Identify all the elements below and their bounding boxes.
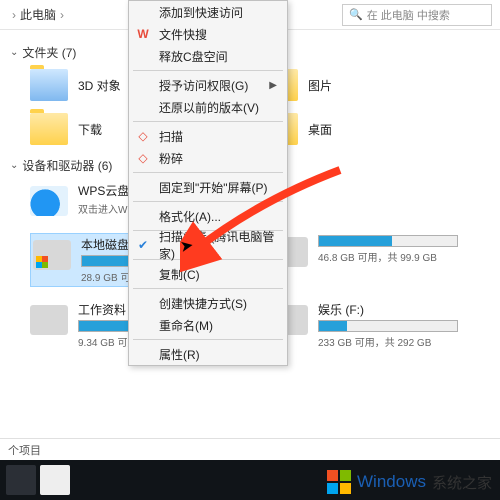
menu-separator	[133, 201, 283, 202]
menu-item-label: 复制(C)	[159, 266, 200, 283]
menu-separator	[133, 288, 283, 289]
status-bar: 个项目	[0, 438, 500, 460]
menu-item-label: 扫描病毒 (腾讯电脑管家)	[159, 228, 277, 262]
menu-item-icon: ✔	[135, 237, 151, 253]
folder-label: 下载	[78, 121, 102, 138]
menu-item-icon: ◇	[135, 128, 151, 144]
menu-item-label: 释放C盘空间	[159, 48, 228, 65]
menu-item-icon: ◇	[135, 150, 151, 166]
drive-title: 娱乐 (F:)	[318, 301, 480, 318]
menu-item[interactable]: 固定到"开始"屏幕(P)	[129, 176, 287, 198]
menu-item[interactable]: 属性(R)	[129, 343, 287, 365]
chevron-right-icon: ›	[12, 8, 16, 22]
menu-item[interactable]: W 文件快搜	[129, 23, 287, 45]
drive-icon	[30, 305, 68, 335]
folder-item[interactable]: 图片	[260, 69, 460, 101]
menu-item-label: 固定到"开始"屏幕(P)	[159, 179, 268, 196]
status-text: 个项目	[8, 445, 41, 457]
drive-icon	[33, 240, 71, 270]
folder-icon	[30, 69, 68, 101]
taskbar: Windows 系统之家	[0, 460, 500, 500]
section-label: 文件夹 (7)	[22, 44, 76, 61]
menu-item-label: 粉碎	[159, 150, 183, 167]
section-label: 设备和驱动器 (6)	[22, 157, 112, 174]
menu-item-label: 扫描	[159, 128, 183, 145]
drive-free-text: 233 GB 可用，共 292 GB	[318, 334, 480, 349]
menu-item[interactable]: ✔扫描病毒 (腾讯电脑管家)	[129, 234, 287, 256]
watermark: Windows 系统之家	[327, 470, 492, 494]
cloud-icon	[30, 186, 68, 216]
breadcrumb[interactable]: › 此电脑 ›	[8, 6, 68, 23]
drive-free-text: 46.8 GB 可用，共 99.9 GB	[318, 249, 480, 264]
watermark-brand: Windows	[357, 472, 426, 492]
menu-item-label: 授予访问权限(G)	[159, 77, 248, 94]
chevron-right-icon: ›	[60, 8, 64, 22]
menu-item-label: 重命名(M)	[159, 317, 213, 334]
menu-item-label: 还原以前的版本(V)	[159, 99, 259, 116]
menu-item[interactable]: ◇ 扫描	[129, 125, 287, 147]
context-menu: 添加到快速访问 W 文件快搜释放C盘空间授予访问权限(G) ▶ 还原以前的版本(V) ◇ 扫…	[128, 0, 288, 366]
menu-item-label: 格式化(A)...	[159, 208, 221, 225]
caret-down-icon: ⌄	[10, 160, 18, 171]
folder-label: 图片	[308, 77, 332, 94]
search-placeholder: 在 此电脑 中搜索	[367, 7, 450, 23]
menu-separator	[133, 339, 283, 340]
menu-item[interactable]: 授予访问权限(G) ▶	[129, 74, 287, 96]
menu-item[interactable]: 重命名(M)	[129, 314, 287, 336]
windows-logo-icon	[327, 470, 351, 494]
drive-item[interactable]: 娱乐 (F:) 233 GB 可用，共 292 GB	[270, 301, 480, 349]
watermark-site: 系统之家	[432, 472, 492, 493]
caret-down-icon: ⌄	[10, 47, 18, 58]
menu-item[interactable]: 复制(C)	[129, 263, 287, 285]
folder-icon	[30, 113, 68, 145]
menu-separator	[133, 172, 283, 173]
menu-item-icon: W	[135, 26, 151, 42]
drive-item[interactable]: 46.8 GB 可用，共 99.9 GB	[270, 233, 480, 287]
menu-item-label: 文件快搜	[159, 26, 207, 43]
folder-label: 3D 对象	[78, 77, 121, 94]
menu-item[interactable]: 创建快捷方式(S)	[129, 292, 287, 314]
menu-item[interactable]: 释放C盘空间	[129, 45, 287, 67]
folder-item[interactable]: 桌面	[260, 113, 460, 145]
search-icon: 🔍	[349, 8, 363, 21]
menu-item-label: 属性(R)	[159, 346, 200, 363]
menu-item-label: 添加到快速访问	[159, 4, 243, 21]
menu-item[interactable]: 格式化(A)...	[129, 205, 287, 227]
submenu-arrow-icon: ▶	[269, 80, 277, 91]
menu-item[interactable]: ◇ 粉碎	[129, 147, 287, 169]
taskbar-item[interactable]	[40, 465, 70, 495]
taskbar-item[interactable]	[6, 465, 36, 495]
menu-separator	[133, 70, 283, 71]
drive-usage-bar	[318, 320, 458, 332]
folder-label: 桌面	[308, 121, 332, 138]
menu-item-label: 创建快捷方式(S)	[159, 295, 247, 312]
search-input[interactable]: 🔍 在 此电脑 中搜索	[342, 4, 492, 26]
location-text: 此电脑	[20, 6, 56, 23]
menu-item[interactable]: 添加到快速访问	[129, 1, 287, 23]
menu-item[interactable]: 还原以前的版本(V)	[129, 96, 287, 118]
menu-separator	[133, 121, 283, 122]
drive-usage-bar	[318, 235, 458, 247]
